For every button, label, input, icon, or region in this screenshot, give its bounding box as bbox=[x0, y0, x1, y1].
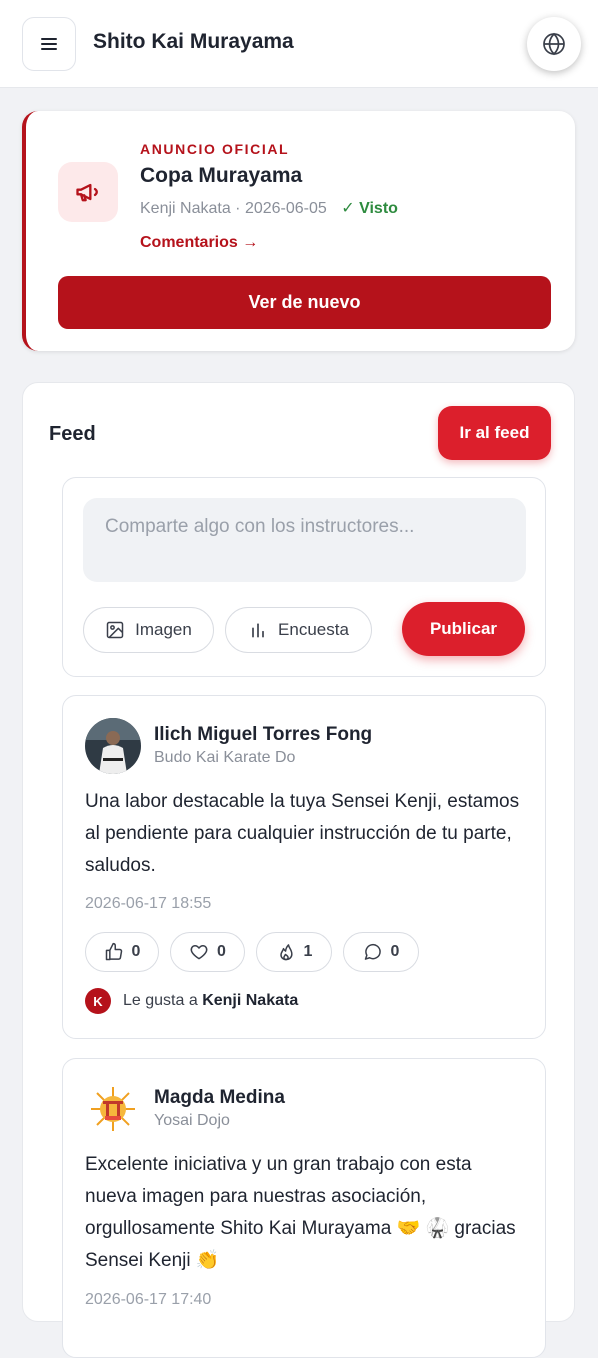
publish-button[interactable]: Publicar bbox=[402, 602, 525, 656]
add-poll-button[interactable]: Encuesta bbox=[225, 607, 372, 653]
post-body: Excelente iniciativa y un gran trabajo c… bbox=[85, 1154, 516, 1271]
comments-link[interactable]: Comentarios → bbox=[140, 234, 258, 252]
heart-count: 0 bbox=[217, 943, 226, 960]
feed-post: Magda Medina Yosai Dojo Excelente inicia… bbox=[62, 1058, 546, 1358]
poll-label: Encuesta bbox=[278, 620, 349, 639]
menu-button[interactable] bbox=[22, 17, 76, 71]
announcement-date: 2026-06-05 bbox=[244, 200, 327, 217]
comment-icon bbox=[364, 943, 381, 960]
composer-input[interactable]: Comparte algo con los instructores... bbox=[83, 498, 526, 582]
thumbs-up-icon bbox=[105, 942, 122, 961]
megaphone-icon bbox=[76, 183, 98, 202]
announcement-icon-box bbox=[58, 162, 118, 222]
feed-card: Feed Ir al feed Comparte algo con los in… bbox=[22, 382, 575, 1358]
liker-avatar: K bbox=[85, 988, 111, 1014]
add-image-button[interactable]: Imagen bbox=[83, 607, 214, 653]
meta-separator: · bbox=[235, 200, 245, 217]
post-dojo: Yosai Dojo bbox=[154, 1112, 230, 1129]
go-to-feed-button[interactable]: Ir al feed bbox=[438, 406, 551, 460]
image-icon bbox=[106, 621, 124, 639]
announcement-title: Copa Murayama bbox=[140, 164, 303, 187]
avatar bbox=[85, 718, 141, 774]
feed-title: Feed bbox=[49, 423, 96, 445]
heart-icon bbox=[190, 945, 208, 960]
heart-reaction-button[interactable]: 0 bbox=[170, 932, 245, 972]
announcement-card: ANUNCIO OFICIAL Copa Murayama Kenji Naka… bbox=[22, 111, 575, 351]
flame-icon bbox=[279, 944, 293, 961]
image-label: Imagen bbox=[135, 620, 192, 639]
comment-count: 0 bbox=[390, 943, 400, 960]
post-author[interactable]: Magda Medina bbox=[154, 1087, 285, 1109]
poll-icon bbox=[252, 623, 264, 638]
announcement-meta: Kenji Nakata · 2026-06-05 ✓ Visto bbox=[140, 198, 398, 218]
avatar bbox=[85, 1081, 141, 1137]
post-dojo: Budo Kai Karate Do bbox=[154, 749, 296, 766]
fire-count: 1 bbox=[303, 943, 313, 960]
post-timestamp: 2026-06-17 18:55 bbox=[85, 895, 212, 912]
globe-icon bbox=[543, 32, 565, 56]
fire-reaction-button[interactable]: 1 bbox=[256, 932, 332, 972]
liked-by-name[interactable]: Kenji Nakata bbox=[202, 992, 298, 1009]
post-timestamp: 2026-06-17 17:40 bbox=[85, 1291, 212, 1308]
announcement-author: Kenji Nakata bbox=[140, 200, 231, 217]
post-author[interactable]: Ilich Miguel Torres Fong bbox=[154, 724, 372, 746]
like-reaction-button[interactable]: 0 bbox=[85, 932, 159, 972]
view-again-button[interactable]: Ver de nuevo bbox=[58, 276, 551, 329]
feed-post: Ilich Miguel Torres Fong Budo Kai Karate… bbox=[62, 695, 546, 1039]
liked-by-prefix: Le gusta a bbox=[123, 992, 198, 1009]
language-button[interactable] bbox=[527, 17, 581, 71]
post-body: Una labor destacable la tuya Sensei Kenj… bbox=[85, 791, 520, 876]
liked-by: K Le gusta a Kenji Nakata bbox=[85, 988, 298, 1014]
menu-icon bbox=[41, 38, 57, 50]
announcement-kicker: ANUNCIO OFICIAL bbox=[140, 141, 290, 157]
like-count: 0 bbox=[131, 943, 141, 960]
post-composer: Comparte algo con los instructores... Im… bbox=[62, 477, 546, 677]
seen-status: ✓ Visto bbox=[341, 200, 398, 217]
app-title: Shito Kai Murayama bbox=[93, 30, 294, 53]
top-bar: Shito Kai Murayama bbox=[0, 0, 598, 88]
comment-button[interactable]: 0 bbox=[343, 932, 419, 972]
